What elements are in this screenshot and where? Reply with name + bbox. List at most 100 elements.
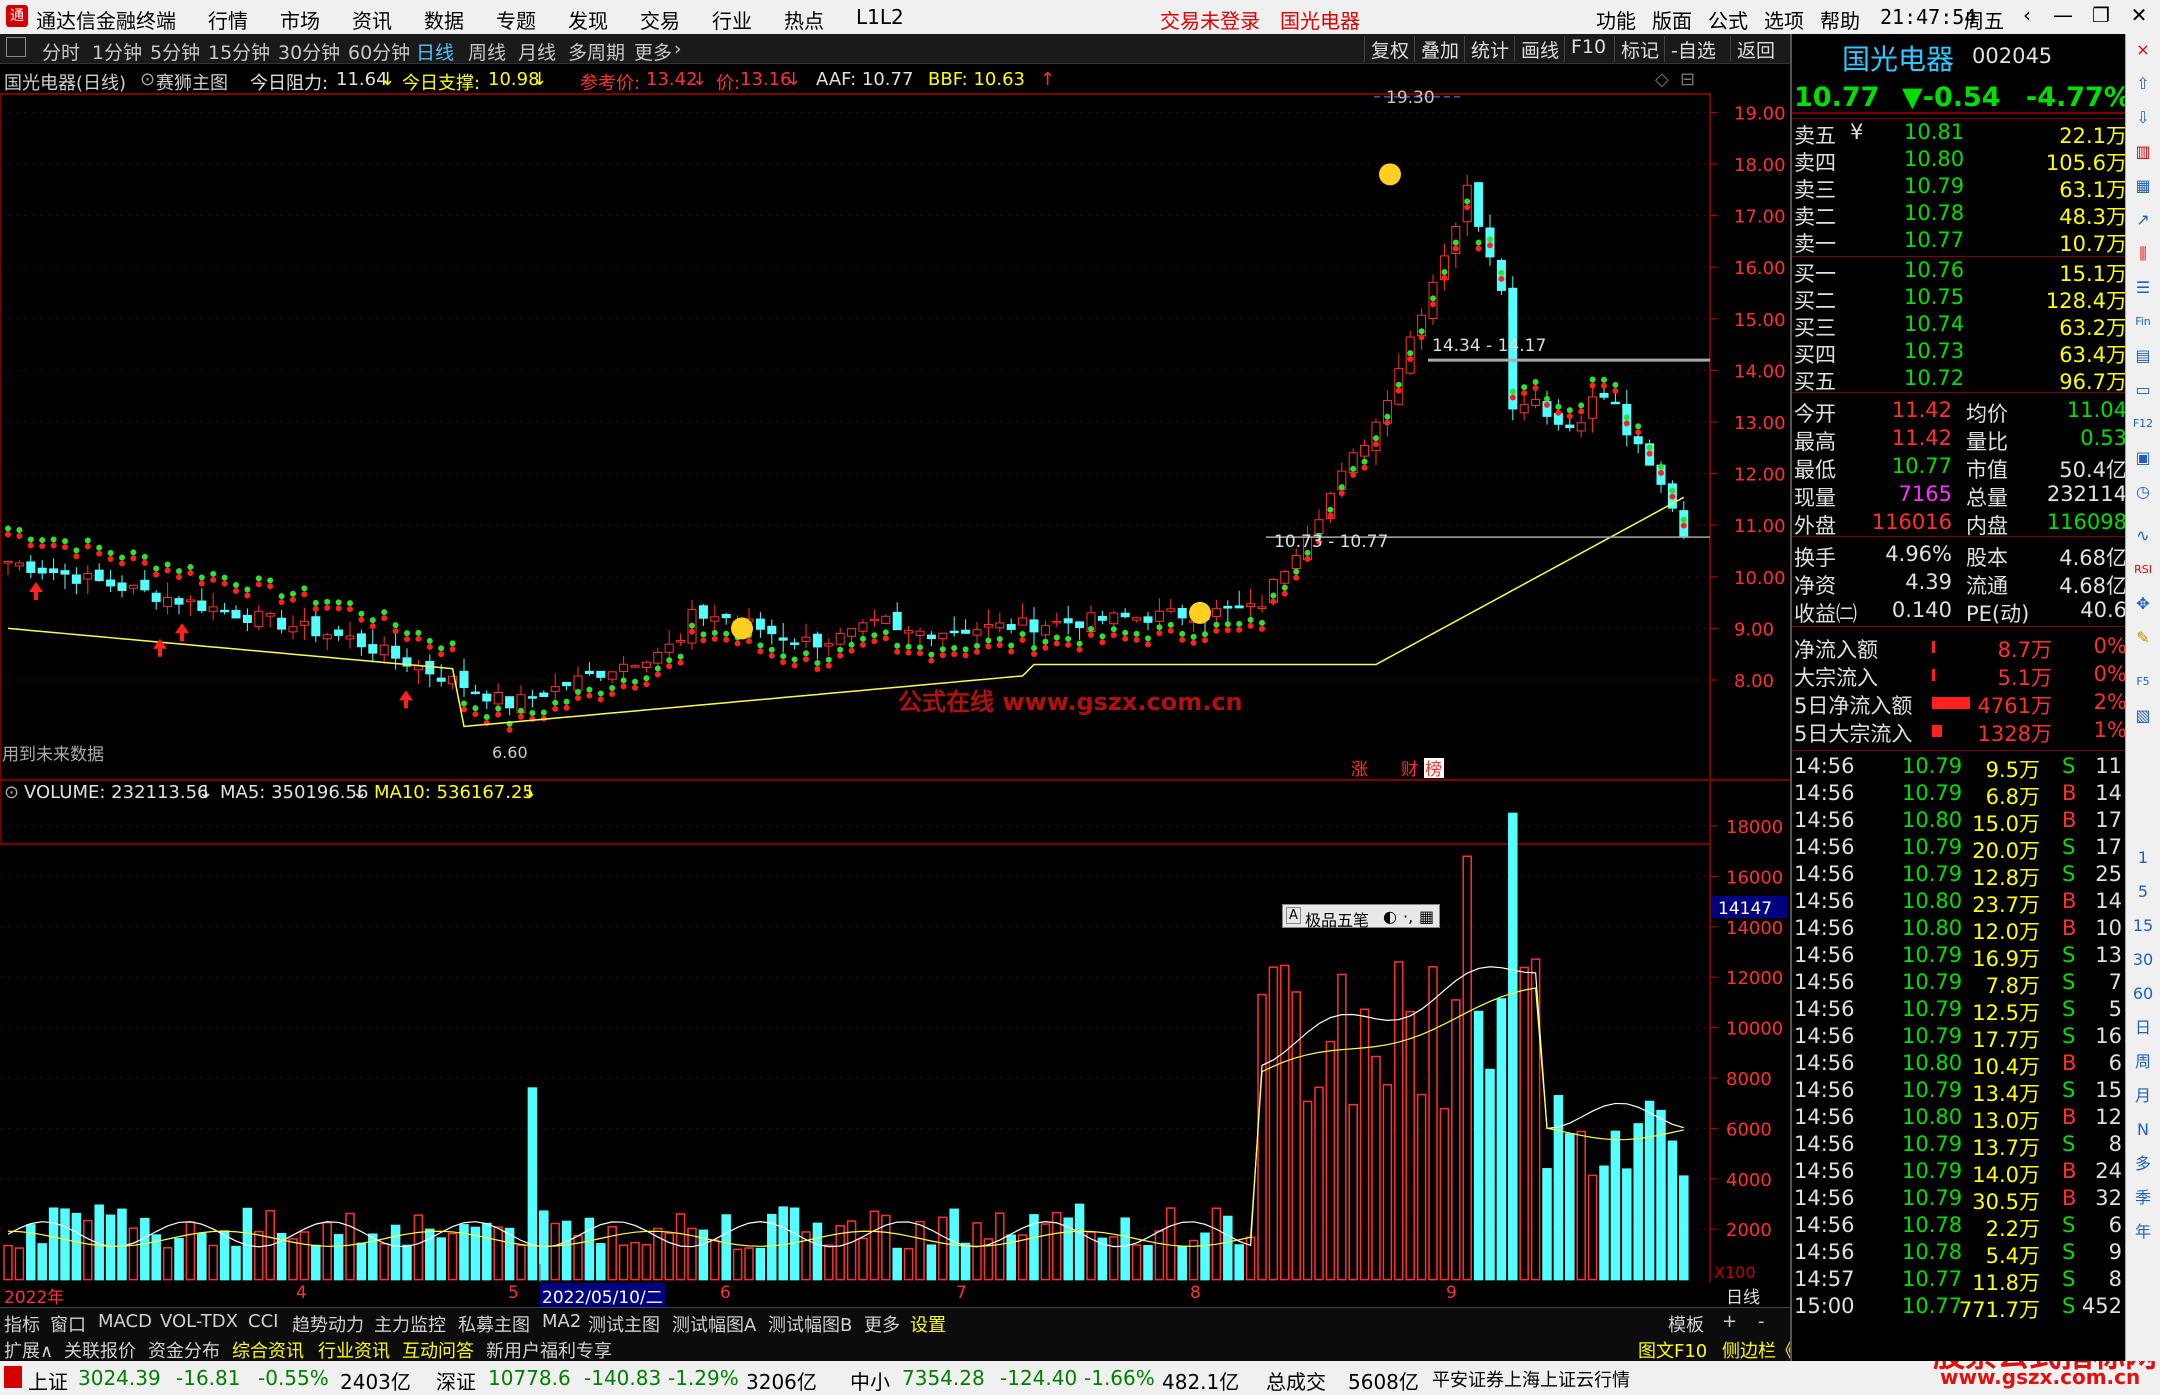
input-method-toolbar[interactable]: A 极品五笔 ◐ ·, ▦ — [1282, 904, 1440, 930]
period-weekly[interactable]: 周线 — [468, 38, 506, 65]
template-button[interactable]: 模板 — [1668, 1311, 1704, 1337]
menu-topics[interactable]: 专题 — [496, 5, 536, 34]
tab-fund-dist[interactable]: 资金分布 — [148, 1337, 220, 1363]
sidebar-doc-icon[interactable]: ▭ — [2131, 378, 2155, 402]
period-15min[interactable]: 15分钟 — [208, 38, 270, 65]
close-icon[interactable]: ✕ — [2122, 3, 2156, 31]
tick-row[interactable]: 14:56 10.79 20.0万 S 17 — [1792, 835, 2127, 863]
tick-row[interactable]: 14:56 10.79 12.5万 S 5 — [1792, 997, 2127, 1025]
menu-options[interactable]: 选项 — [1764, 5, 1804, 34]
return-button[interactable]: 返回 — [1730, 36, 1781, 62]
bid-row[interactable]: 买四 10.73 63.4万 — [1792, 339, 2127, 367]
sidebar-period-4[interactable]: 60 — [2131, 982, 2155, 1006]
tab-expand[interactable]: 扩展∧ — [4, 1337, 53, 1363]
tab-test-sub-b[interactable]: 测试幅图B — [768, 1311, 852, 1337]
menu-news[interactable]: 资讯 — [352, 5, 392, 34]
minimize-icon[interactable]: — — [2046, 3, 2080, 31]
sidebar-period-5[interactable]: 日 — [2131, 1016, 2155, 1040]
sidebar-clock-icon[interactable]: ◷ — [2131, 480, 2155, 504]
tab-cci[interactable]: CCI — [248, 1311, 278, 1332]
diamond-icon[interactable]: ◇ — [1655, 69, 1669, 90]
bid-row[interactable]: 买五 10.72 96.7万 — [1792, 366, 2127, 394]
tick-row[interactable]: 14:56 10.80 13.0万 B 12 — [1792, 1105, 2127, 1133]
zoom-out-button[interactable]: - — [1758, 1311, 1765, 1332]
indicator-name[interactable]: 赛狮主图 — [156, 69, 228, 95]
period-monthly[interactable]: 月线 — [518, 38, 556, 65]
period-intraday[interactable]: 分时 — [42, 38, 80, 65]
sidebar-period-0[interactable]: 1 — [2131, 846, 2155, 870]
ask-row[interactable]: 卖三 10.79 63.1万 — [1792, 174, 2127, 202]
tick-row[interactable]: 14:56 10.80 23.7万 B 14 — [1792, 889, 2127, 917]
sidebar-box-icon[interactable]: ▣ — [2131, 446, 2155, 470]
tick-row[interactable]: 14:56 10.78 2.2万 S 6 — [1792, 1213, 2127, 1241]
period-60min[interactable]: 60分钟 — [348, 38, 410, 65]
menu-layout[interactable]: 版面 — [1652, 5, 1692, 34]
tab-related-quotes[interactable]: 关联报价 — [64, 1337, 136, 1363]
sidebar-wave-icon[interactable]: ∿ — [2131, 524, 2155, 548]
sidebar-down-icon[interactable]: ⇩ — [2131, 106, 2155, 130]
back-icon[interactable]: ‹ — [2010, 3, 2044, 31]
adjust-button[interactable]: 复权 — [1364, 36, 1415, 62]
tick-row[interactable]: 14:56 10.79 6.8万 B 14 — [1792, 781, 2127, 809]
index-sme-name[interactable]: 中小 — [850, 1366, 890, 1395]
sidebar-f12-icon[interactable]: F12 — [2131, 412, 2155, 436]
tick-row[interactable]: 14:56 10.80 15.0万 B 17 — [1792, 808, 2127, 836]
close-pane-icon[interactable]: ⊟ — [1680, 69, 1695, 90]
sidebar-trend-icon[interactable]: ↗ — [2131, 208, 2155, 232]
sidebar-list-icon[interactable]: ☰ — [2131, 276, 2155, 300]
tab-more[interactable]: 更多 — [864, 1311, 900, 1337]
dot-icon[interactable]: ·, — [1403, 907, 1413, 926]
mark-button[interactable]: 标记 — [1614, 36, 1665, 62]
tick-row[interactable]: 14:56 10.78 5.4万 S 9 — [1792, 1240, 2127, 1268]
menu-discover[interactable]: 发现 — [568, 5, 608, 34]
restore-icon[interactable]: ❐ — [2084, 3, 2118, 31]
period-5min[interactable]: 5分钟 — [150, 38, 200, 65]
zoom-in-button[interactable]: + — [1722, 1311, 1737, 1332]
period-more[interactable]: 更多 — [634, 38, 672, 65]
ask-row[interactable]: 卖四 10.80 105.6万 — [1792, 147, 2127, 175]
bid-row[interactable]: 买二 10.75 128.4万 — [1792, 285, 2127, 313]
tick-row[interactable]: 14:56 10.79 9.5万 S 11 — [1792, 754, 2127, 782]
tick-row[interactable]: 14:56 10.79 13.7万 S 8 — [1792, 1132, 2127, 1160]
tab-window[interactable]: 窗口 — [50, 1311, 86, 1337]
period-daily[interactable]: 日线 — [416, 38, 454, 65]
period-1min[interactable]: 1分钟 — [92, 38, 142, 65]
tab-ma2[interactable]: MA2 — [542, 1311, 581, 1332]
menu-data[interactable]: 数据 — [424, 5, 464, 34]
sidebar-f5-icon[interactable]: F5 — [2131, 670, 2155, 694]
sidebar-grid-icon[interactable]: ▦ — [2131, 174, 2155, 198]
stats-button[interactable]: 统计 — [1464, 36, 1515, 62]
sidebar-kline-icon[interactable]: ⫼ — [2131, 242, 2155, 266]
menu-quotes[interactable]: 行情 — [208, 5, 248, 34]
tab-trend-power[interactable]: 趋势动力 — [292, 1311, 364, 1337]
tick-row[interactable]: 14:56 10.80 12.0万 B 10 — [1792, 916, 2127, 944]
tab-indicator[interactable]: 指标 — [4, 1311, 40, 1337]
f10-button[interactable]: F10 — [1564, 36, 1612, 62]
ime-a-icon[interactable]: A — [1286, 907, 1301, 924]
menu-hot[interactable]: 热点 — [784, 5, 824, 34]
overlay-button[interactable]: 叠加 — [1414, 36, 1465, 62]
ask-row[interactable]: 卖二 10.78 48.3万 — [1792, 201, 2127, 229]
chevron-right-icon[interactable]: › — [674, 38, 682, 60]
menu-market[interactable]: 市场 — [280, 5, 320, 34]
tick-row[interactable]: 14:56 10.79 13.4万 S 15 — [1792, 1078, 2127, 1106]
tab-qa[interactable]: 互动问答 — [402, 1337, 474, 1363]
sidebar-period-3[interactable]: 30 — [2131, 948, 2155, 972]
tab-macd[interactable]: MACD — [98, 1311, 152, 1332]
keyboard-icon[interactable]: ▦ — [1419, 907, 1434, 926]
menu-help[interactable]: 帮助 — [1820, 5, 1860, 34]
tab-test-main[interactable]: 测试主图 — [588, 1311, 660, 1337]
menu-industry[interactable]: 行业 — [712, 5, 752, 34]
sidebar-period-10[interactable]: 季 — [2131, 1186, 2155, 1210]
sidebar-period-8[interactable]: N — [2131, 1118, 2155, 1142]
tab-industry-news[interactable]: 行业资讯 — [318, 1337, 390, 1363]
tick-row[interactable]: 15:00 10.77 771.7万 S 452 — [1792, 1294, 2127, 1322]
trade-status[interactable]: 交易未登录 — [1160, 5, 1260, 34]
tick-row[interactable]: 14:56 10.79 17.7万 S 16 — [1792, 1024, 2127, 1052]
tab-sidebar[interactable]: 侧边栏《 — [1722, 1337, 1794, 1363]
sidebar-rsi-icon[interactable]: RSI — [2131, 558, 2155, 582]
tab-comprehensive-news[interactable]: 综合资讯 — [232, 1337, 304, 1363]
tick-row[interactable]: 14:56 10.79 30.5万 B 32 — [1792, 1186, 2127, 1214]
sidebar-up-icon[interactable]: ⇧ — [2131, 72, 2155, 96]
tick-row[interactable]: 14:56 10.79 12.8万 S 25 — [1792, 862, 2127, 890]
